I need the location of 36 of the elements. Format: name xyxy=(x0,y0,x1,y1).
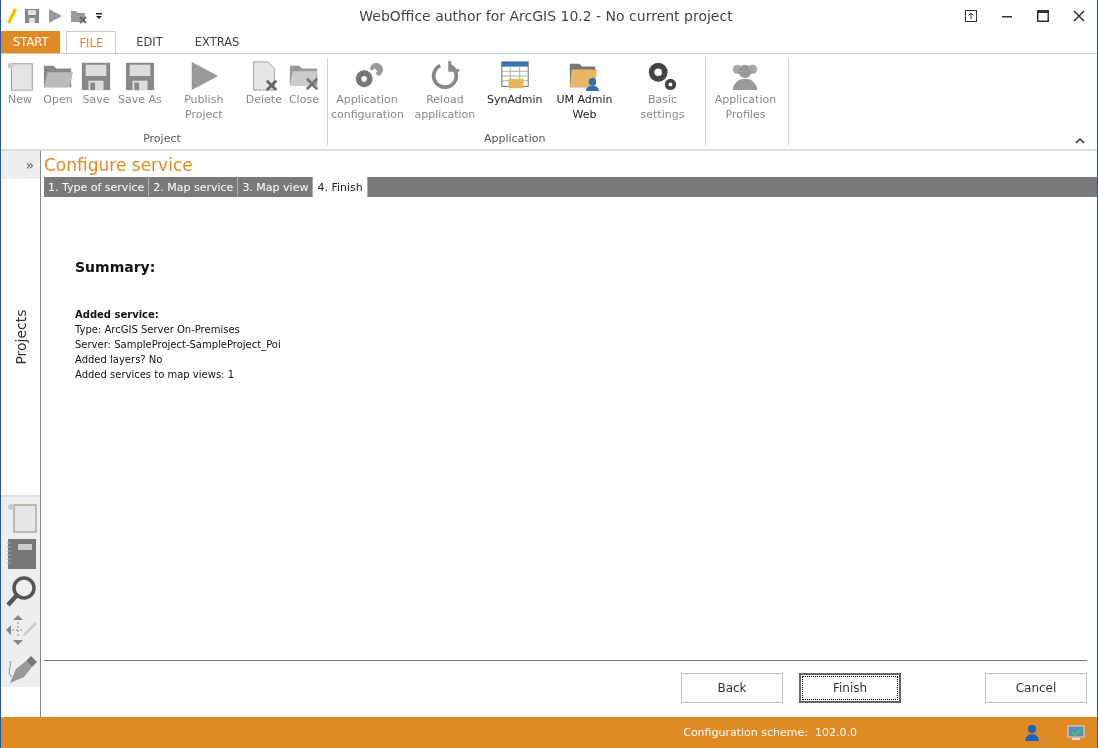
group-label: Project xyxy=(143,132,181,145)
app-logo-icon xyxy=(7,7,17,24)
wizard-step-tab[interactable]: 1. Type of service xyxy=(44,177,150,197)
expand-button[interactable]: » xyxy=(1,151,40,179)
search-icon[interactable] xyxy=(3,575,38,609)
ribbon-button[interactable]: SynAdmin xyxy=(483,58,546,132)
start-button[interactable]: START xyxy=(1,31,61,53)
dropdown-icon[interactable] xyxy=(95,11,103,20)
wizard-step-tab[interactable]: 4. Finish xyxy=(313,177,368,197)
collapse-ribbon-icon[interactable] xyxy=(1075,138,1085,144)
page-title: Configure service xyxy=(44,154,194,177)
configuration-scheme-text: Configuration scheme: 102.0.0 xyxy=(683,726,857,739)
finish-button[interactable]: Finish xyxy=(799,673,901,703)
maximize-icon[interactable] xyxy=(1037,9,1049,22)
section-heading: Added service: xyxy=(75,308,160,322)
ribbon-tab[interactable]: EDIT xyxy=(124,31,175,53)
summary-line: Added services to map views: 1 xyxy=(75,368,235,382)
wizard-step-tab[interactable]: 2. Map service xyxy=(149,177,239,197)
summary-heading: Summary: xyxy=(75,259,157,275)
cancel-button[interactable]: Cancel xyxy=(985,673,1087,703)
summary-line: Added layers? No xyxy=(75,353,164,367)
restore-icon[interactable] xyxy=(965,9,977,22)
play-icon[interactable] xyxy=(47,7,63,24)
ribbon-tab[interactable]: FILE xyxy=(66,31,117,53)
save-icon[interactable] xyxy=(24,7,40,24)
ribbon-button[interactable]: UM Admin Web xyxy=(545,58,624,132)
projects-tab[interactable]: Projects xyxy=(12,309,29,365)
summary-line: Server: SampleProject-SampleProject_Poi xyxy=(75,338,282,352)
group-label: Application xyxy=(483,132,546,145)
back-button[interactable]: Back xyxy=(681,673,783,703)
summary-line: Type: ArcGIS Server On-Premises xyxy=(75,323,241,337)
window-title: WebOffice author for ArcGIS 10.2 - No current project xyxy=(358,7,734,24)
close-icon[interactable] xyxy=(1073,9,1085,22)
gears-icon xyxy=(646,60,679,92)
ribbon-tab[interactable]: EXTRAS xyxy=(182,31,252,53)
monitor-check-icon[interactable] xyxy=(1067,724,1085,741)
